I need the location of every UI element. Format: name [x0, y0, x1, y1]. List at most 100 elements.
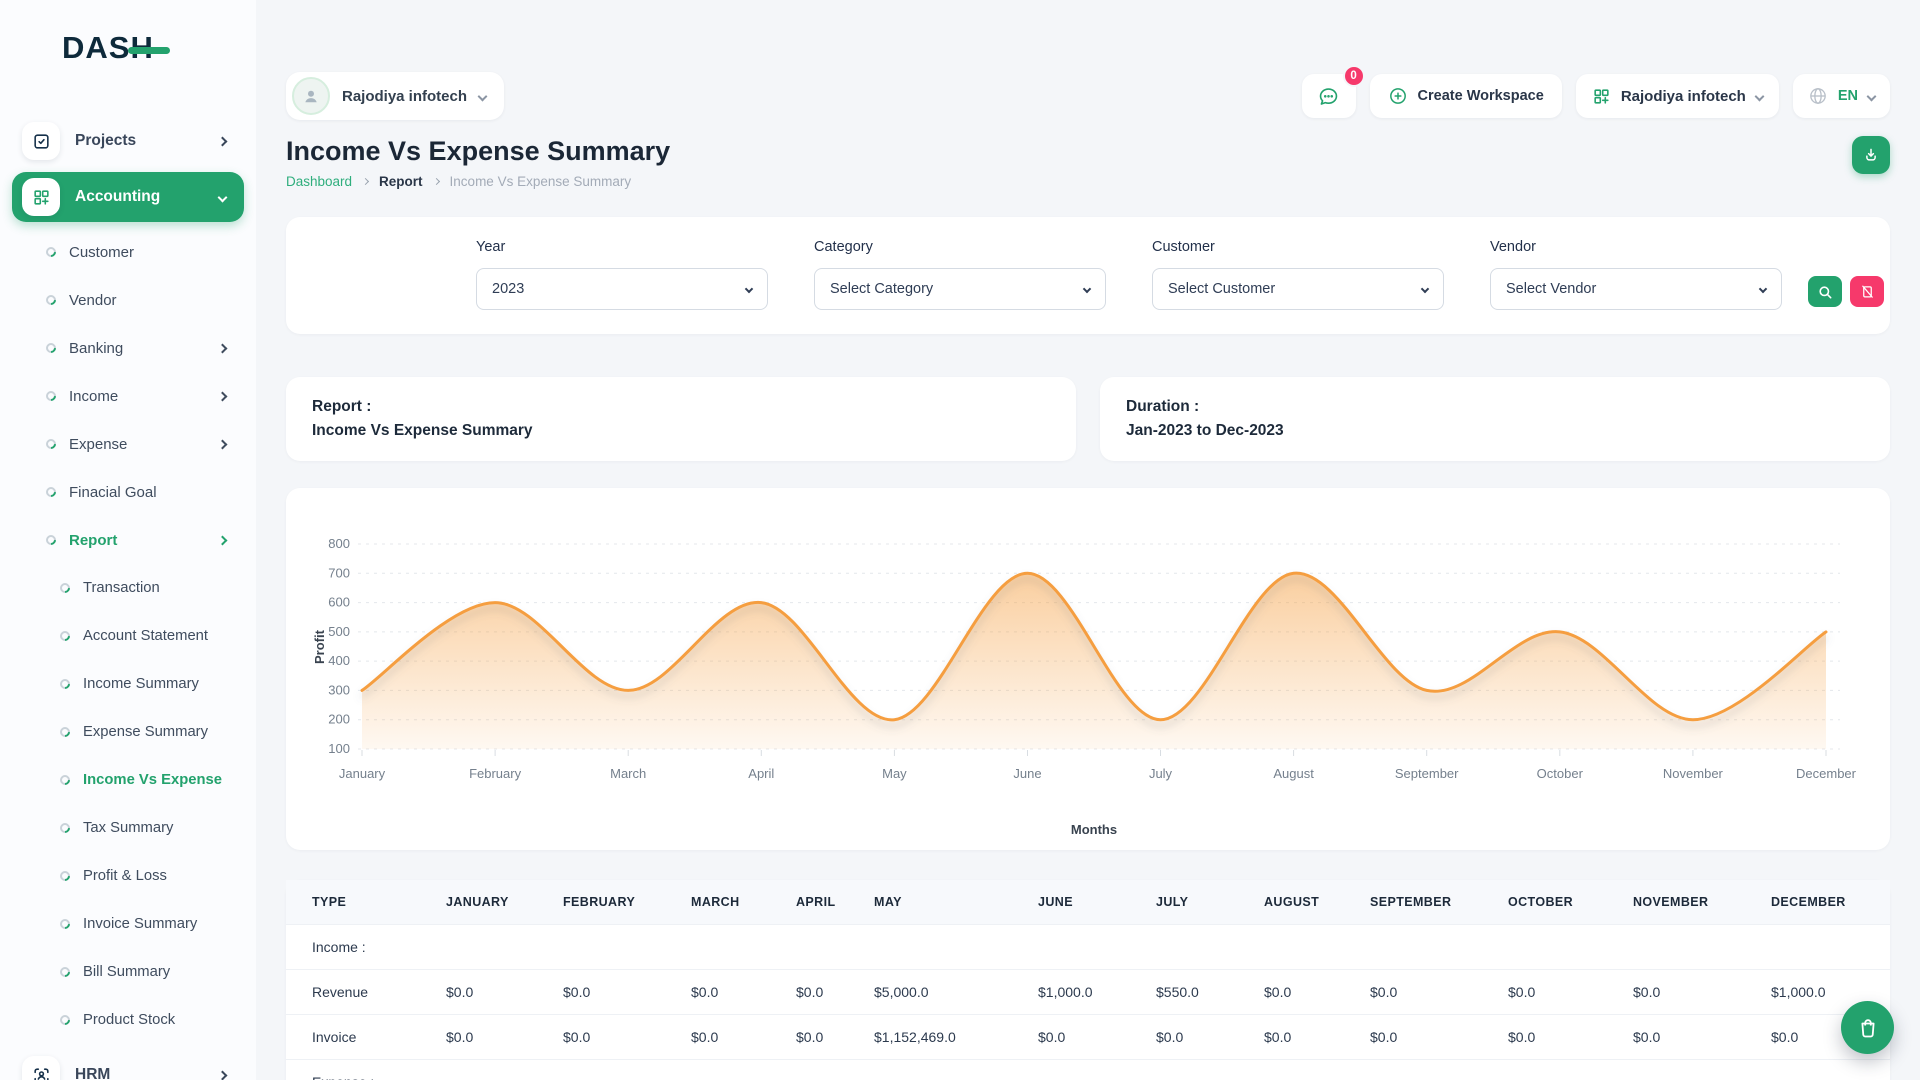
sidebar-item-account-statement[interactable]: Account Statement [0, 612, 256, 660]
chevron-right-icon [218, 391, 228, 401]
svg-text:700: 700 [328, 565, 350, 580]
sidebar-item-income[interactable]: Income [0, 372, 256, 420]
year-select[interactable]: 2023 [476, 268, 768, 310]
bullet-icon [44, 485, 58, 499]
filter-buttons [1808, 276, 1884, 310]
sidebar-item-invoice-summary[interactable]: Invoice Summary [0, 900, 256, 948]
chevron-right-icon [218, 1070, 228, 1080]
duration-card-label: Duration : [1126, 395, 1864, 419]
company-dropdown[interactable]: Rajodiya infotech [1576, 74, 1779, 118]
sidebar-item-profit-loss[interactable]: Profit & Loss [0, 852, 256, 900]
chevron-down-icon [1421, 285, 1429, 293]
topbar: Rajodiya infotech 0 Create Workspace Raj… [286, 72, 1890, 120]
sidebar-item-hrm[interactable]: HRM [12, 1050, 244, 1080]
sidebar-item-label: Income Vs Expense [83, 772, 226, 788]
category-select[interactable]: Select Category [814, 268, 1106, 310]
sidebar-item-label: Invoice Summary [83, 916, 226, 932]
bullet-icon [58, 917, 72, 931]
table-header-march: MARCH [681, 880, 786, 925]
vendor-select[interactable]: Select Vendor [1490, 268, 1782, 310]
report-card-label: Report : [312, 395, 1050, 419]
sidebar-item-finacial-goal[interactable]: Finacial Goal [0, 468, 256, 516]
breadcrumb-current: Income Vs Expense Summary [450, 174, 632, 189]
duration-card-value: Jan-2023 to Dec-2023 [1126, 419, 1864, 443]
shopping-bag-icon [1856, 1016, 1880, 1040]
table-section-expense: Expense : [286, 1060, 1890, 1080]
sidebar-item-accounting[interactable]: Accounting [12, 172, 244, 222]
svg-text:100: 100 [328, 741, 350, 756]
year-label: Year [476, 239, 768, 255]
floating-action-button[interactable] [1841, 1001, 1894, 1054]
breadcrumb: Dashboard Report Income Vs Expense Summa… [286, 174, 670, 189]
table-section-income: Income : [286, 925, 1890, 970]
globe-icon [1808, 86, 1828, 106]
svg-text:May: May [882, 766, 907, 781]
sidebar-item-label: Product Stock [83, 1012, 226, 1028]
bullet-icon [58, 581, 72, 595]
chevron-right-icon [218, 343, 228, 353]
language-selector[interactable]: EN [1793, 74, 1890, 118]
create-workspace-button[interactable]: Create Workspace [1370, 74, 1562, 118]
sidebar-item-projects[interactable]: Projects [12, 116, 244, 166]
app-logo[interactable]: DASH [0, 0, 256, 96]
sidebar-item-banking[interactable]: Banking [0, 324, 256, 372]
breadcrumb-report[interactable]: Report [379, 174, 423, 189]
sidebar-item-label: Income Summary [83, 676, 226, 692]
sidebar-item-label: Expense Summary [83, 724, 226, 740]
svg-text:August: August [1273, 766, 1314, 781]
svg-text:September: September [1395, 766, 1459, 781]
grid-plus-icon [22, 178, 60, 216]
sidebar-item-income-summary[interactable]: Income Summary [0, 660, 256, 708]
svg-text:500: 500 [328, 624, 350, 639]
bullet-icon [58, 965, 72, 979]
summary-cards: Report : Income Vs Expense Summary Durat… [286, 377, 1890, 461]
bullet-icon [58, 821, 72, 835]
workspace-selector[interactable]: Rajodiya infotech [286, 72, 504, 120]
breadcrumb-dashboard[interactable]: Dashboard [286, 174, 352, 189]
table-row-invoice: Invoice$0.0$0.0$0.0$0.0$1,152,469.0$0.0$… [286, 1015, 1890, 1060]
sidebar-item-expense-summary[interactable]: Expense Summary [0, 708, 256, 756]
create-workspace-label: Create Workspace [1418, 88, 1544, 104]
category-label: Category [814, 239, 1106, 255]
svg-text:October: October [1537, 766, 1584, 781]
sidebar-item-product-stock[interactable]: Product Stock [0, 996, 256, 1044]
bullet-icon [58, 725, 72, 739]
svg-text:300: 300 [328, 682, 350, 697]
messages-button[interactable]: 0 [1302, 74, 1356, 118]
svg-text:January: January [339, 766, 386, 781]
person-icon [301, 86, 321, 106]
svg-text:June: June [1013, 766, 1041, 781]
svg-text:200: 200 [328, 712, 350, 727]
sidebar-item-label: Bill Summary [83, 964, 226, 980]
page-title: Income Vs Expense Summary [286, 136, 670, 166]
apply-filter-button[interactable] [1808, 276, 1842, 307]
chevron-down-icon [1759, 285, 1767, 293]
customer-label: Customer [1152, 239, 1444, 255]
sidebar-item-report[interactable]: Report [0, 516, 256, 564]
svg-text:March: March [610, 766, 646, 781]
year-select-value: 2023 [492, 281, 524, 297]
bullet-icon [44, 533, 58, 547]
table-header-august: AUGUST [1254, 880, 1360, 925]
reset-filter-button[interactable] [1850, 276, 1884, 307]
table-header-july: JULY [1146, 880, 1254, 925]
sidebar-item-tax-summary[interactable]: Tax Summary [0, 804, 256, 852]
sidebar-item-vendor[interactable]: Vendor [0, 276, 256, 324]
table-row-revenue: Revenue$0.0$0.0$0.0$0.0$5,000.0$1,000.0$… [286, 970, 1890, 1015]
sidebar-item-transaction[interactable]: Transaction [0, 564, 256, 612]
checkbox-icon [22, 122, 60, 160]
sidebar-item-customer[interactable]: Customer [0, 228, 256, 276]
sidebar-item-bill-summary[interactable]: Bill Summary [0, 948, 256, 996]
chevron-down-icon [745, 285, 753, 293]
filter-bar: Year 2023 Category Select Category Custo… [286, 217, 1890, 334]
company-name: Rajodiya infotech [1621, 88, 1746, 105]
chevron-down-icon [1754, 91, 1764, 101]
sidebar-item-expense[interactable]: Expense [0, 420, 256, 468]
download-button[interactable] [1852, 136, 1890, 174]
customer-select[interactable]: Select Customer [1152, 268, 1444, 310]
sidebar-item-income-vs-expense[interactable]: Income Vs Expense [0, 756, 256, 804]
summary-table: TYPEJANUARYFEBRUARYMARCHAPRILMAYJUNEJULY… [286, 880, 1890, 1080]
svg-text:April: April [748, 766, 774, 781]
main-content: Rajodiya infotech 0 Create Workspace Raj… [256, 72, 1920, 1080]
bullet-icon [44, 389, 58, 403]
